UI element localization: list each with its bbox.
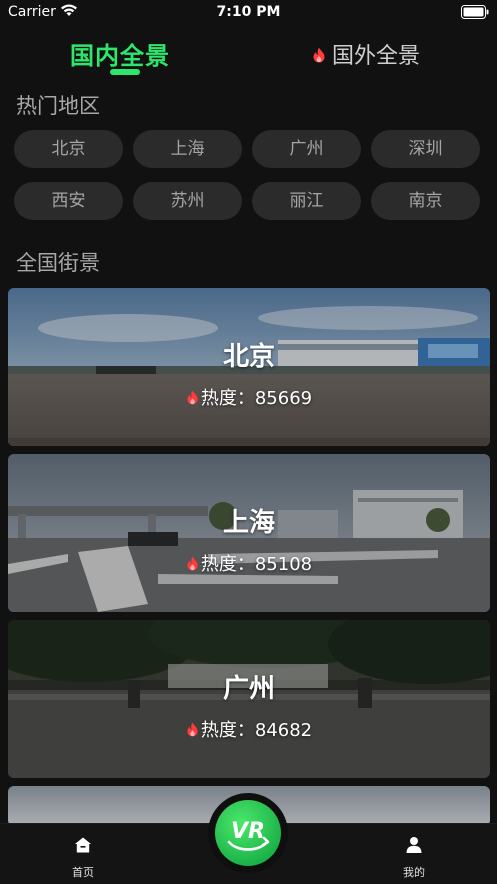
chip-guangzhou[interactable]: 广州 — [252, 130, 361, 168]
card-heat: 热度：85669 — [8, 384, 490, 410]
chip-nanjing[interactable]: 南京 — [371, 182, 480, 220]
vr-logo-text: VR — [231, 819, 265, 844]
chip-shenzhen[interactable]: 深圳 — [371, 130, 480, 168]
user-icon — [406, 837, 422, 853]
card-city-name: 广州 — [222, 674, 275, 704]
tab-home[interactable]: 首页 — [53, 836, 113, 880]
chip-beijing[interactable]: 北京 — [14, 130, 123, 168]
tab-home-label: 首页 — [72, 866, 94, 879]
heat-label: 热度： — [200, 720, 255, 741]
heat-label: 热度： — [200, 388, 255, 409]
home-icon — [75, 837, 91, 853]
tab-me-label: 我的 — [403, 866, 425, 879]
tab-foreign-label: 国外全景 — [332, 44, 421, 69]
tab-domestic-panorama[interactable]: 国内全景 — [70, 36, 170, 71]
heat-value: 84682 — [254, 720, 313, 741]
card-city-name: 上海 — [222, 508, 275, 538]
clock: 7:10 PM — [216, 4, 281, 20]
tab-me[interactable]: 我的 — [384, 836, 444, 880]
street-view-card-shanghai[interactable]: 上海 热度：85108 — [8, 454, 490, 612]
tab-foreign-panorama[interactable]: 国外全景 — [312, 38, 420, 70]
chip-xian[interactable]: 西安 — [14, 182, 123, 220]
card-heat: 热度：84682 — [8, 716, 490, 742]
vr-center-button[interactable]: VR — [208, 793, 288, 873]
street-view-card-guangzhou[interactable]: 广州 热度：84682 — [8, 620, 490, 778]
chip-suzhou[interactable]: 苏州 — [133, 182, 242, 220]
top-tab-bar: 国内全景 国外全景 — [0, 36, 497, 80]
street-view-card-beijing[interactable]: 北京 热度：85669 — [8, 288, 490, 446]
status-bar: Carrier 7:10 PM — [0, 0, 497, 26]
chip-shanghai[interactable]: 上海 — [133, 130, 242, 168]
card-city-name: 北京 — [222, 342, 275, 372]
heat-value: 85669 — [254, 388, 313, 409]
fire-icon — [187, 556, 198, 570]
chip-lijiang[interactable]: 丽江 — [252, 182, 361, 220]
fire-icon — [187, 390, 198, 404]
vr-logo-icon: VR — [227, 819, 270, 851]
fire-icon — [313, 47, 325, 63]
hot-regions-title: 热门地区 — [16, 94, 100, 118]
heat-label: 热度： — [200, 554, 255, 575]
card-heat: 热度：85108 — [8, 550, 490, 576]
heat-value: 85108 — [254, 554, 313, 575]
vr-button-face: VR — [215, 800, 281, 866]
fire-icon — [187, 722, 198, 736]
active-tab-indicator — [110, 69, 140, 75]
battery-icon — [461, 5, 489, 19]
street-view-title: 全国街景 — [16, 251, 100, 275]
